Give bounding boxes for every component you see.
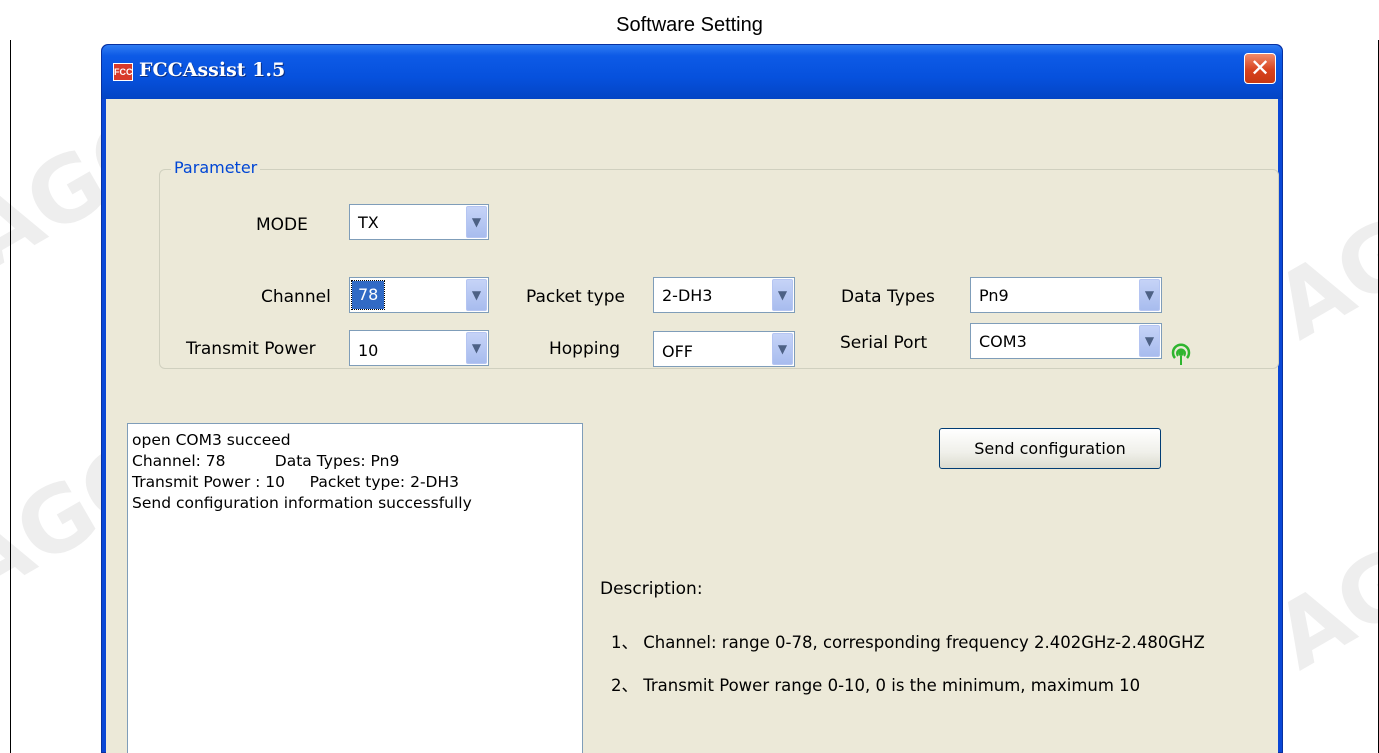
description-item: 1、 Channel: range 0-78, corresponding fr… — [611, 633, 1205, 652]
log-line: Transmit Power : 10 Packet type: 2-DH3 — [132, 473, 459, 491]
packet-type-select[interactable]: 2-DH3 ▼ — [653, 277, 795, 313]
packet-type-label: Packet type — [526, 287, 625, 307]
hopping-label: Hopping — [549, 339, 621, 359]
chevron-down-icon[interactable]: ▼ — [466, 332, 487, 364]
transmit-power-select[interactable]: 10 ▼ — [349, 330, 489, 366]
serial-port-value: COM3 — [979, 332, 1027, 351]
app-window: FCC FCCAssist 1.5 ✕ Parameter MODE TX ▼ … — [101, 44, 1283, 753]
parameter-legend: Parameter — [171, 158, 261, 177]
log-line: Send configuration information successfu… — [132, 494, 472, 512]
log-line: open COM3 succeed — [132, 431, 291, 449]
chevron-down-icon[interactable]: ▼ — [466, 206, 487, 238]
data-types-value: Pn9 — [979, 286, 1009, 305]
chevron-down-icon[interactable]: ▼ — [772, 279, 793, 311]
close-button[interactable]: ✕ — [1244, 53, 1276, 84]
log-output[interactable]: open COM3 succeed Channel: 78 Data Types… — [127, 423, 583, 753]
client-area: Parameter MODE TX ▼ Channel 78 ▼ Packet … — [106, 99, 1279, 753]
channel-label: Channel — [261, 287, 331, 307]
send-configuration-button[interactable]: Send configuration — [939, 428, 1161, 469]
transmit-power-value: 10 — [358, 341, 379, 360]
packet-type-value: 2-DH3 — [662, 286, 713, 305]
mode-value: TX — [358, 213, 379, 232]
channel-select[interactable]: 78 ▼ — [349, 277, 489, 313]
hopping-select[interactable]: OFF ▼ — [653, 331, 795, 367]
page-title: Software Setting — [616, 14, 763, 36]
transmit-power-label: Transmit Power — [186, 339, 316, 359]
channel-value: 78 — [350, 280, 386, 310]
chevron-down-icon[interactable]: ▼ — [772, 333, 793, 365]
chevron-down-icon[interactable]: ▼ — [466, 279, 487, 311]
description-title: Description: — [600, 579, 703, 599]
mode-select[interactable]: TX ▼ — [349, 204, 489, 240]
log-line: Channel: 78 Data Types: Pn9 — [132, 452, 400, 470]
description-item: 2、 Transmit Power range 0-10, 0 is the m… — [611, 676, 1141, 695]
hopping-value: OFF — [662, 342, 693, 361]
data-types-select[interactable]: Pn9 ▼ — [970, 277, 1162, 313]
app-icon: FCC — [113, 63, 133, 81]
window-title: FCCAssist 1.5 — [139, 59, 286, 81]
chevron-down-icon[interactable]: ▼ — [1139, 279, 1160, 311]
serial-port-label: Serial Port — [840, 333, 928, 353]
data-types-label: Data Types — [841, 287, 935, 307]
chevron-down-icon[interactable]: ▼ — [1139, 325, 1160, 357]
signal-status-icon — [1171, 343, 1191, 365]
serial-port-select[interactable]: COM3 ▼ — [970, 323, 1162, 359]
title-bar[interactable]: FCC FCCAssist 1.5 ✕ — [102, 45, 1282, 99]
mode-label: MODE — [256, 215, 308, 235]
